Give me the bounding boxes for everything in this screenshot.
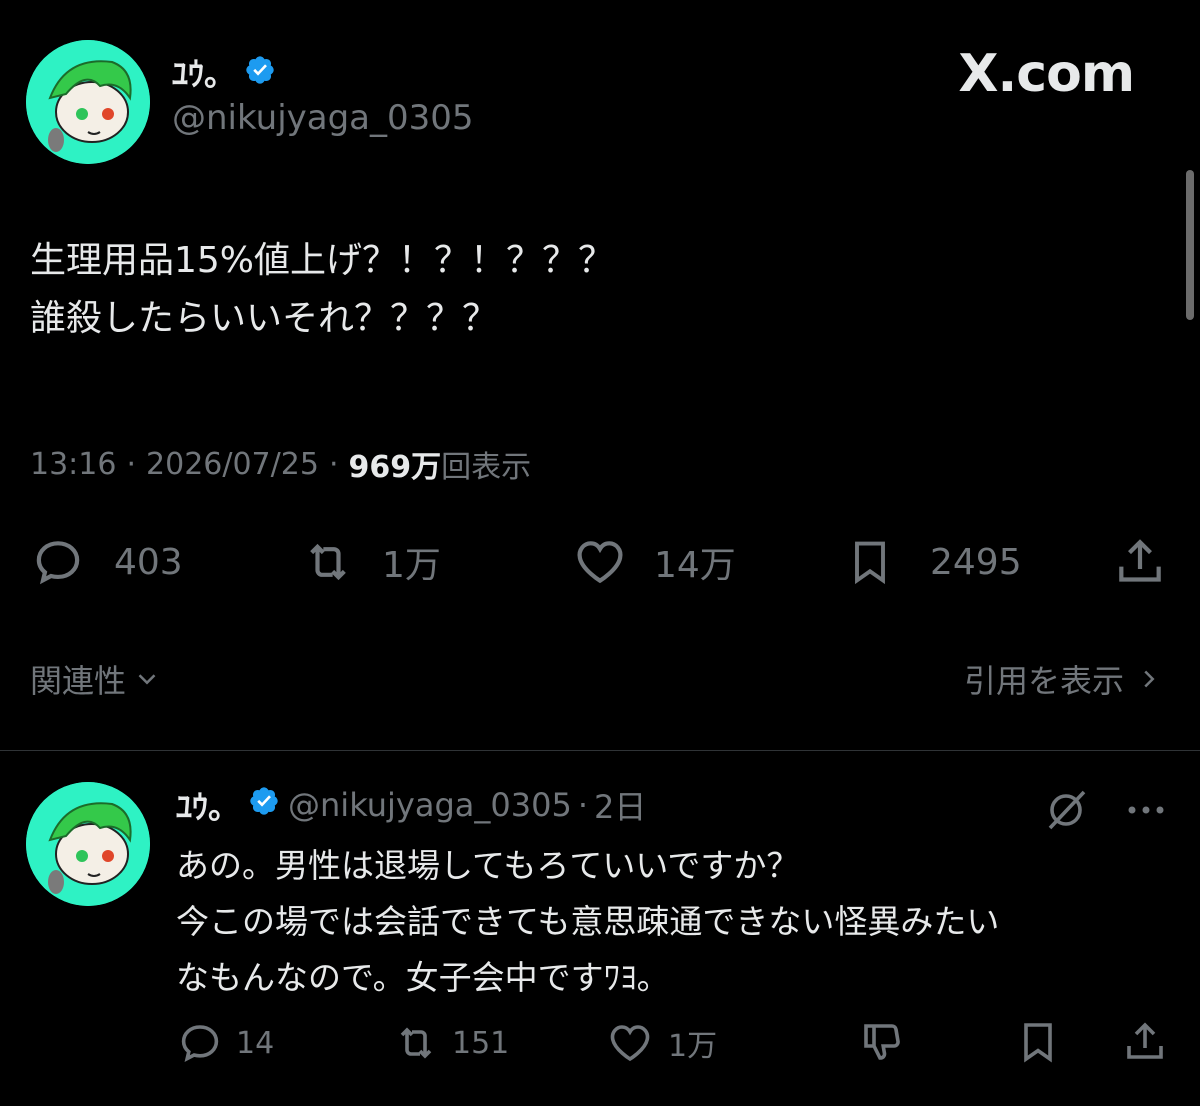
reply-icon [36,541,80,585]
more-options-icon[interactable] [1124,796,1168,828]
separator: · [126,446,137,482]
views-count: 969万 [348,450,442,485]
reply-like-button[interactable]: 1万 [604,1018,717,1068]
user-handle[interactable]: @nikujyaga_0305 [172,98,474,138]
verified-badge-icon [248,785,280,825]
chevron-right-icon [1144,670,1155,688]
retweet-icon [310,543,346,581]
tweet-meta: 13:16 · 2026/07/25 · 969万 回表示 [30,442,531,486]
separator: · [328,446,339,482]
retweet-button[interactable]: 1万 [296,530,441,594]
relevance-label: 関連性 [30,662,127,700]
reply-display-name[interactable]: ﾕｳ。 [176,782,240,828]
tweet-text: 生理用品15%値上げ？！？！？？？ 誰殺したらいいそれ？？？？ [30,232,614,348]
dislike-button[interactable] [856,1018,908,1070]
bookmark-icon [1024,1023,1052,1063]
reply-count: 403 [114,541,183,583]
view-quotes-label: 引用を表示 [963,662,1124,700]
grok-icon[interactable] [1040,786,1092,838]
share-icon [1119,539,1161,582]
divider [0,750,1200,751]
retweet-count: 1万 [382,545,441,586]
tweet-date[interactable]: 2026/07/25 [146,447,319,482]
reply-bookmark-button[interactable] [1012,1018,1064,1070]
retweet-icon [400,1027,432,1059]
views-label: 回表示 [441,450,532,485]
reply-share-button[interactable] [1120,1018,1170,1070]
reply-reply-button[interactable]: 14 [176,1018,274,1068]
bookmark-button[interactable]: 2495 [844,530,1022,594]
separator: · [577,786,588,824]
reply-retweet-count: 151 [452,1025,510,1061]
verified-badge-icon [244,54,276,90]
tweet-text-line: 生理用品15%値上げ？！？！？？？ [30,240,615,281]
reply-button[interactable]: 403 [30,530,183,594]
thumbs-down-icon [864,1024,900,1060]
view-quotes-link[interactable]: 引用を表示 [964,656,1164,702]
scrollbar[interactable] [1186,170,1194,320]
reply-text-line: なもんなので。女子会中ですﾜﾖ。 [176,958,670,997]
reply-time[interactable]: 2日 [594,782,646,828]
share-icon [1127,1022,1163,1059]
like-count: 14万 [654,545,736,586]
like-button[interactable]: 14万 [570,530,736,594]
reply-icon [181,1025,219,1063]
reply-reply-count: 14 [236,1025,275,1061]
avatar-illustration [26,782,150,906]
reply-like-count: 1万 [668,1029,718,1064]
reply-text-line: あの。男性は退場してもろていいですか？ [176,846,800,885]
heart-icon [610,1025,650,1062]
reply-text: あの。男性は退場してもろていいですか？ 今この場では会話できても意思疎通できない… [176,838,999,1006]
tweet-time[interactable]: 13:16 [30,447,116,482]
avatar[interactable] [26,40,150,164]
x-com-logo: X.com [958,44,1135,104]
chevron-down-icon [138,674,156,685]
bookmark-icon [855,541,885,585]
share-button[interactable] [1112,534,1168,594]
sort-relevance-dropdown[interactable]: 関連性 [30,656,162,702]
display-name[interactable]: ﾕｳ。 [172,49,236,95]
bookmark-count: 2495 [930,541,1022,583]
avatar-illustration [26,40,150,164]
reply-handle[interactable]: @nikujyaga_0305 [288,786,572,824]
reply-retweet-button[interactable]: 151 [388,1018,509,1068]
reply-text-line: 今この場では会話できても意思疎通できない怪異みたい [176,902,1000,941]
tweet-text-line: 誰殺したらいいそれ？？？？ [30,298,499,339]
heart-icon [577,541,623,584]
reply-avatar[interactable] [26,782,150,906]
